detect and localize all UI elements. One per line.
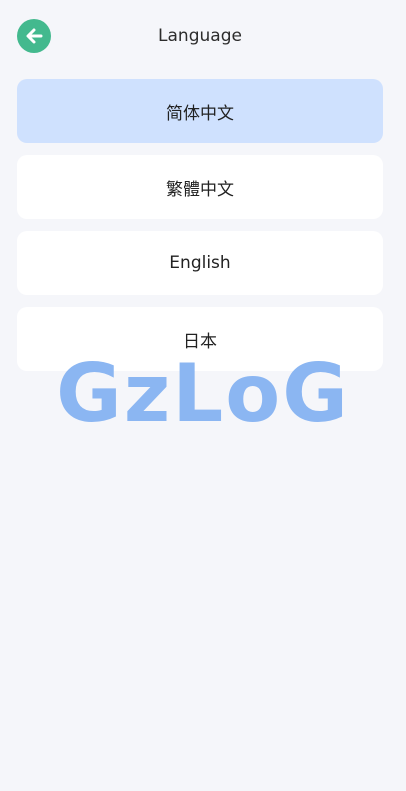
language-list: 简体中文 繁體中文 English 日本 bbox=[17, 79, 383, 383]
language-option-simplified-chinese[interactable]: 简体中文 bbox=[17, 79, 383, 143]
header: Language bbox=[0, 0, 406, 72]
language-option-japanese[interactable]: 日本 bbox=[17, 307, 383, 371]
language-option-traditional-chinese[interactable]: 繁體中文 bbox=[17, 155, 383, 219]
language-option-english[interactable]: English bbox=[17, 231, 383, 295]
page-title: Language bbox=[158, 26, 242, 46]
